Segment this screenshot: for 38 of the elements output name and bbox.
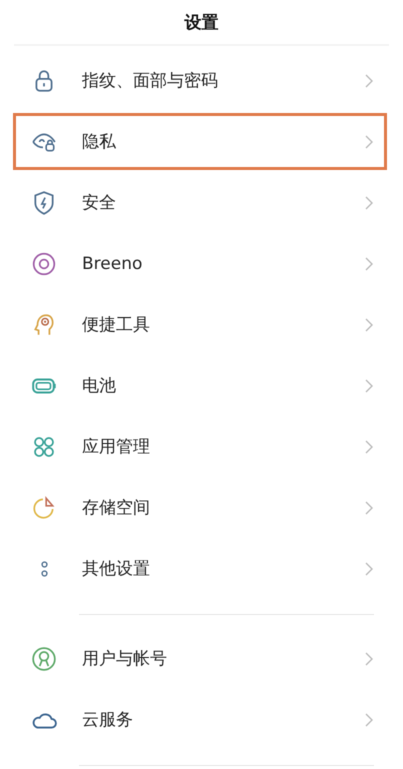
dots-icon bbox=[38, 560, 50, 576]
chevron-icon bbox=[364, 256, 374, 272]
chevron-icon bbox=[364, 378, 374, 394]
pie-chart-icon bbox=[31, 494, 57, 520]
chevron-icon bbox=[364, 194, 374, 210]
chevron-icon bbox=[364, 134, 374, 150]
item-label: 安全 bbox=[82, 192, 117, 214]
item-label: 隐私 bbox=[82, 131, 117, 153]
settings-item[interactable]: 隐私 bbox=[13, 113, 387, 170]
chevron-icon bbox=[364, 438, 374, 454]
settings-item[interactable]: 应用管理 bbox=[13, 418, 387, 475]
settings-item[interactable]: 指纹、面部与密码 bbox=[13, 52, 387, 109]
settings-item[interactable]: Breeno bbox=[13, 235, 387, 292]
item-label: 存储空间 bbox=[82, 497, 151, 519]
item-label: 云服务 bbox=[82, 709, 134, 731]
settings-item[interactable]: 电池 bbox=[13, 357, 387, 414]
item-label: Breeno bbox=[82, 254, 144, 274]
chevron-icon bbox=[364, 500, 374, 516]
settings-item[interactable]: 其他设置 bbox=[13, 540, 387, 597]
item-label: 指纹、面部与密码 bbox=[82, 70, 219, 92]
chevron-icon bbox=[364, 712, 374, 728]
settings-item[interactable]: 存储空间 bbox=[13, 479, 387, 536]
settings-item[interactable]: 用户与帐号 bbox=[13, 630, 387, 687]
chevron-icon bbox=[364, 72, 374, 88]
chevron-icon bbox=[364, 316, 374, 332]
settings-item[interactable]: 云服务 bbox=[13, 691, 387, 748]
item-label: 应用管理 bbox=[82, 436, 151, 458]
settings-item[interactable]: 便捷工具 bbox=[13, 296, 387, 353]
settings-item[interactable]: 安全 bbox=[13, 174, 387, 231]
ring-icon bbox=[31, 250, 57, 276]
item-label: 便捷工具 bbox=[82, 314, 151, 336]
item-label: 电池 bbox=[82, 375, 117, 397]
item-label: 其他设置 bbox=[82, 558, 151, 580]
user-icon bbox=[31, 646, 57, 672]
screen-title: 设置 bbox=[184, 12, 218, 34]
chevron-icon bbox=[364, 560, 374, 576]
item-label: 用户与帐号 bbox=[82, 648, 168, 670]
chevron-icon bbox=[364, 650, 374, 666]
